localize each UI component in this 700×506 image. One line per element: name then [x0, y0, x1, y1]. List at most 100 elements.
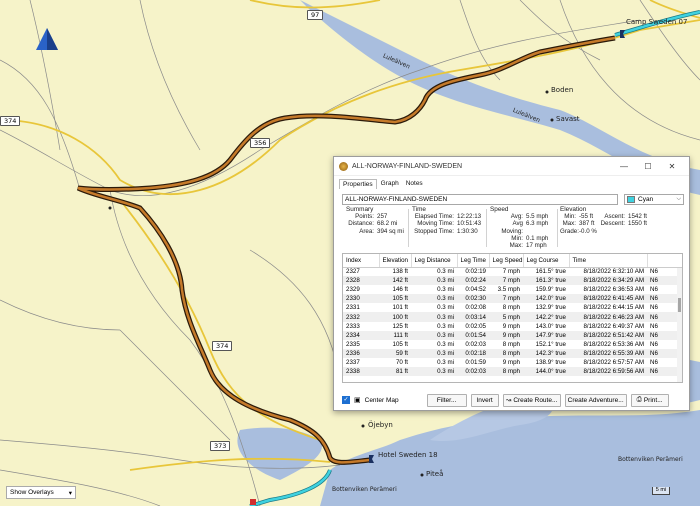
- column-header[interactable]: Index: [343, 254, 380, 268]
- table-row[interactable]: 2338 81 ft 0.3 mi 0:02:03 8 mph 144.0° true 8/…: [343, 367, 682, 377]
- overlay-select[interactable]: Show Overlays ▾: [6, 486, 76, 499]
- tab-notes[interactable]: Notes: [403, 179, 426, 189]
- dialog-titlebar[interactable]: ALL-NORWAY-FINLAND-SWEDEN — ☐ ✕: [334, 157, 689, 176]
- column-header[interactable]: Leg Speed: [489, 254, 524, 268]
- scrollbar-thumb[interactable]: [678, 298, 681, 312]
- table-row[interactable]: 2329 146 ft 0.3 mi 0:04:52 3.5 mph 159.9° tru…: [343, 285, 682, 294]
- create-adventure-button[interactable]: Create Adventure...: [564, 393, 627, 407]
- elevation-value: -55 ft: [579, 213, 594, 221]
- table-row[interactable]: 2328 142 ft 0.3 mi 0:02:24 7 mph 161.3° true 8…: [343, 276, 682, 286]
- speed-key: Avg Moving:: [501, 220, 523, 235]
- table-cell: 8/18/2022 6:55:39 AM: [569, 348, 647, 358]
- summary-key: Area:: [359, 227, 374, 235]
- tab-properties[interactable]: Properties: [339, 179, 377, 189]
- table-cell: 0.3 mi: [411, 312, 457, 322]
- table-cell: 105 ft: [379, 294, 411, 304]
- table-cell: 8/18/2022 6:36:53 AM: [583, 286, 644, 294]
- table-cell: 0:01:54: [457, 330, 489, 340]
- table-cell: 8 mph: [489, 348, 523, 358]
- create-route-button[interactable]: ↝ Create Route...: [502, 393, 561, 407]
- table-row[interactable]: 2336 59 ft 0.3 mi 0:02:18 8 mph 142.3° true 8/…: [343, 348, 682, 358]
- map-label-boden[interactable]: Boden: [551, 86, 573, 94]
- waypoint-marker-icon: [250, 499, 256, 505]
- table-cell: 0.3 mi: [437, 268, 454, 276]
- minimize-button[interactable]: —: [612, 162, 636, 171]
- table-cell: 0.3 mi: [411, 367, 457, 377]
- close-button[interactable]: ✕: [660, 162, 684, 171]
- tab-graph[interactable]: Graph: [378, 179, 402, 189]
- track-name-field[interactable]: ALL-NORWAY-FINLAND-SWEDEN: [342, 194, 618, 205]
- table-cell: 0:02:18: [457, 348, 489, 358]
- table-row[interactable]: 2337 70 ft 0.3 mi 0:01:59 9 mph 138.9° true 8/…: [343, 358, 682, 367]
- column-header[interactable]: [647, 254, 682, 268]
- column-header[interactable]: Time: [569, 254, 648, 268]
- column-header[interactable]: Leg Distance: [411, 254, 458, 268]
- table-cell: 0.3 mi: [411, 348, 457, 358]
- trackpoint-table[interactable]: Index Elevation Leg Distance Leg Time Leg Sp…: [342, 253, 683, 383]
- table-cell: 142.0° true: [523, 294, 569, 304]
- table-cell: 9 mph: [489, 330, 523, 340]
- table-cell: 161.5° true: [535, 268, 566, 276]
- table-row[interactable]: 2331 101 ft 0.3 mi 0:02:08 8 mph 132.9° true 8…: [343, 303, 682, 312]
- road-shield: 97: [307, 10, 324, 20]
- maximize-button[interactable]: ☐: [636, 162, 660, 171]
- table-cell: 0:04:52: [465, 286, 486, 294]
- column-header[interactable]: Leg Course: [523, 254, 570, 268]
- elevation-key: Descent:: [600, 220, 625, 228]
- overlay-select-value: Show Overlays: [10, 489, 54, 496]
- map-label-sea: Bottenviken Perämeri: [618, 456, 683, 463]
- table-cell: 111 ft: [379, 330, 411, 340]
- center-map-checkbox[interactable]: ✓: [342, 396, 350, 404]
- table-cell: 8/18/2022 6:53:36 AM: [583, 340, 644, 348]
- time-key: Stopped Time:: [414, 227, 454, 235]
- column-header[interactable]: Elevation: [379, 254, 412, 268]
- table-cell: 2333: [346, 322, 360, 330]
- table-cell: 8 mph: [502, 304, 520, 312]
- map-label-hotel[interactable]: Hotel Sweden 18: [378, 451, 438, 459]
- summary-key: Points:: [355, 213, 374, 221]
- table-cell: 0.3 mi: [437, 322, 454, 330]
- table-row[interactable]: 2334 111 ft 0.3 mi 0:01:54 9 mph 147.9° true 8…: [343, 330, 682, 340]
- table-cell: 7 mph: [502, 268, 520, 276]
- column-header[interactable]: Leg Time: [457, 254, 490, 268]
- table-cell: 9 mph: [502, 322, 520, 330]
- table-cell: 3.5 mph: [497, 286, 520, 294]
- speed-value: 5.5 mph: [526, 213, 549, 221]
- table-cell: 2336: [343, 348, 379, 358]
- time-value: 12:22:13: [457, 213, 482, 221]
- table-row[interactable]: 2335 105 ft 0.3 mi 0:02:03 8 mph 152.1° true 8…: [343, 340, 682, 349]
- print-button[interactable]: ⎙ Print...: [630, 393, 669, 407]
- table-cell: 0.3 mi: [411, 330, 457, 340]
- filter-button[interactable]: Filter...: [426, 393, 467, 407]
- speed-group: Speed Avg: 5.5 mph Avg Moving: 6.3 mph Min…: [490, 206, 556, 249]
- table-cell: 8/18/2022 6:34:29 AM: [569, 276, 647, 286]
- table-cell: 2329: [346, 286, 360, 294]
- center-map-label[interactable]: Center Map: [365, 397, 423, 404]
- elevation-value: 387 ft: [579, 220, 595, 228]
- elevation-key: Grade:: [560, 227, 579, 235]
- table-cell: 0:02:03: [457, 367, 489, 377]
- map-label-savast[interactable]: Savast: [556, 115, 580, 123]
- table-row[interactable]: 2330 105 ft 0.3 mi 0:02:30 7 mph 142.0° true 8…: [343, 294, 682, 304]
- table-row[interactable]: 2332 100 ft 0.3 mi 0:03:14 5 mph 142.2° true 8…: [343, 312, 682, 322]
- color-select-value: Cyan: [638, 196, 654, 203]
- map-label-pitea[interactable]: Piteå: [426, 470, 443, 478]
- map-label-camp[interactable]: Camp Sweden 07: [626, 18, 687, 26]
- road-shield: 374: [212, 341, 233, 351]
- invert-button[interactable]: Invert: [470, 393, 499, 407]
- table-cell: 2338: [343, 367, 379, 377]
- table-cell: 5 mph: [489, 312, 523, 322]
- speed-value: 6.3 mph: [526, 220, 549, 228]
- table-row[interactable]: 2333 125 ft 0.3 mi 0:02:05 9 mph 143.0° true 8…: [343, 322, 682, 331]
- map-label-ojebyn[interactable]: Öjebyn: [368, 421, 393, 429]
- table-row[interactable]: 2327 138 ft 0.3 mi 0:02:19 7 mph 161.5° true 8…: [343, 267, 682, 276]
- table-cell: 0:01:59: [465, 358, 486, 366]
- color-select[interactable]: Cyan ⌵: [624, 194, 684, 205]
- divider: [486, 209, 487, 247]
- table-cell: 142.2° true: [523, 312, 569, 322]
- table-cell: 132.9° true: [535, 304, 566, 312]
- track-properties-dialog[interactable]: ALL-NORWAY-FINLAND-SWEDEN — ☐ ✕ Properti…: [333, 156, 690, 411]
- table-cell: 0:02:05: [465, 322, 486, 330]
- table-scrollbar[interactable]: [677, 268, 682, 382]
- table-cell: 142.3° true: [523, 348, 569, 358]
